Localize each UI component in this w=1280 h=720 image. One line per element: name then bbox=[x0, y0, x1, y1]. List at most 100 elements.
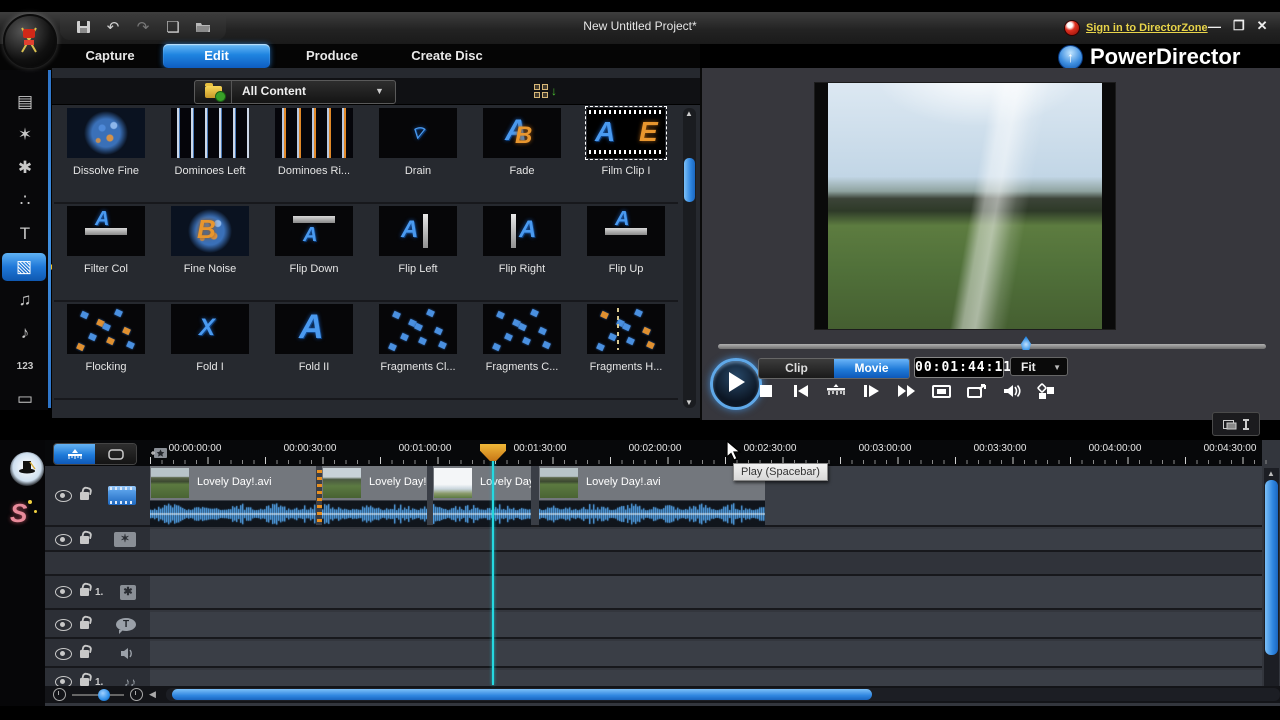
track-lock-icon[interactable] bbox=[80, 650, 89, 658]
scroll-left-icon[interactable]: ◀ bbox=[149, 689, 156, 700]
mode-clip-button[interactable]: Clip bbox=[759, 359, 834, 378]
tab-produce[interactable]: Produce bbox=[282, 44, 382, 68]
restore-button[interactable]: ❐ bbox=[1233, 18, 1245, 34]
library-item[interactable]: Dominoes Ri... bbox=[262, 105, 366, 204]
volume-button[interactable] bbox=[999, 382, 1023, 400]
library-item[interactable]: AFold II bbox=[262, 301, 366, 400]
library-item[interactable]: AFilter Col bbox=[54, 203, 158, 302]
library-item[interactable]: AFlip Down bbox=[262, 203, 366, 302]
sidebar-item-particle-room[interactable]: ∴ bbox=[7, 187, 43, 215]
timeline-view-button[interactable] bbox=[54, 444, 95, 464]
preview-panel: ClipMovie 00:01:44:11 Fit▼ bbox=[700, 68, 1280, 420]
sidebar-item-effect-room[interactable]: ✶ bbox=[7, 121, 43, 149]
track-lock-icon[interactable] bbox=[80, 621, 89, 629]
track-pip-content[interactable] bbox=[150, 576, 1262, 610]
scroll-up-icon[interactable]: ▲ bbox=[685, 109, 693, 118]
library-item[interactable]: Dominoes Left bbox=[158, 105, 262, 204]
timeline-clip[interactable]: Lovely Day!.avi bbox=[150, 466, 316, 527]
sidebar-item-transition-room[interactable]: ▧ bbox=[2, 253, 46, 281]
track-lock-icon[interactable] bbox=[80, 492, 89, 500]
sign-in-link[interactable]: Sign in to DirectorZone bbox=[1086, 22, 1208, 34]
track-lock-icon[interactable] bbox=[80, 678, 89, 686]
seek-slider[interactable] bbox=[718, 344, 1266, 349]
scroll-up-icon[interactable]: ▲ bbox=[1267, 469, 1275, 478]
preview-quality-button[interactable] bbox=[1034, 382, 1058, 400]
library-scrollbar[interactable]: ▲ ▼ bbox=[683, 108, 696, 408]
library-item[interactable]: AFlip Up bbox=[574, 203, 678, 302]
track-effect-content[interactable] bbox=[150, 529, 1262, 552]
magic-style-icon[interactable]: S bbox=[10, 498, 27, 529]
storyboard-view-button[interactable] bbox=[95, 444, 136, 464]
timeline-zoom-slider[interactable] bbox=[72, 694, 124, 696]
sidebar-item-media-room[interactable]: ▤ bbox=[7, 88, 43, 116]
preview-dock-button[interactable] bbox=[1212, 412, 1260, 436]
library-item[interactable]: Fragments C... bbox=[470, 301, 574, 400]
transition-thumbnail: A bbox=[587, 206, 665, 256]
zoom-slider-knob[interactable] bbox=[98, 689, 110, 701]
sidebar-item-audio-mixing-room[interactable]: ♫ bbox=[7, 286, 43, 314]
magic-movie-wizard-icon[interactable] bbox=[10, 452, 44, 486]
ruler-label: 00:04:00:00 bbox=[1089, 443, 1142, 454]
library-item-label: Fragments H... bbox=[574, 361, 678, 373]
scroll-down-icon[interactable]: ▼ bbox=[685, 398, 693, 407]
timecode-display[interactable]: 00:01:44:11 bbox=[914, 357, 1004, 378]
track-visible-icon[interactable] bbox=[55, 490, 72, 502]
library-item[interactable]: Fragments H... bbox=[574, 301, 678, 400]
undock-preview-button[interactable] bbox=[964, 382, 988, 400]
library-item[interactable]: ABFade bbox=[470, 105, 574, 204]
library-item[interactable]: Flocking bbox=[54, 301, 158, 400]
vscroll-thumb[interactable] bbox=[1265, 480, 1278, 655]
zoom-fit-select[interactable]: Fit▼ bbox=[1010, 357, 1068, 376]
library-item[interactable]: Fragments Cl... bbox=[366, 301, 470, 400]
content-filter-dropdown[interactable]: All Content ▼ bbox=[194, 80, 396, 104]
library-item[interactable]: Dissolve Fine bbox=[54, 105, 158, 204]
track-visible-icon[interactable] bbox=[55, 648, 72, 660]
next-frame-button[interactable] bbox=[859, 382, 883, 400]
timeline-hscrollbar[interactable] bbox=[166, 688, 1280, 701]
sidebar-item-title-room[interactable]: T bbox=[7, 220, 43, 248]
track-visible-icon[interactable] bbox=[55, 534, 72, 546]
track-visible-icon[interactable] bbox=[55, 586, 72, 598]
library-item[interactable]: AEFilm Clip I bbox=[574, 105, 678, 204]
sort-view-button[interactable]: ↓ bbox=[534, 81, 562, 101]
zoom-out-clock-icon[interactable] bbox=[53, 688, 66, 701]
sidebar-item-pip-objects-room[interactable]: ✱ bbox=[7, 154, 43, 182]
stop-button[interactable] bbox=[754, 382, 778, 400]
library-item[interactable]: ⌔Drain bbox=[366, 105, 470, 204]
ruler-icon bbox=[1242, 418, 1250, 431]
fast-forward-button[interactable] bbox=[894, 382, 918, 400]
seek-ruler-button[interactable] bbox=[824, 382, 848, 400]
tab-capture[interactable]: Capture bbox=[58, 44, 162, 68]
timeline-ruler[interactable]: 00:00:00:0000:00:30:0000:01:00:0000:01:3… bbox=[150, 440, 1280, 466]
library-item[interactable]: BFine Noise bbox=[158, 203, 262, 302]
sidebar-item-voiceover-room[interactable]: ♪ bbox=[7, 319, 43, 347]
library-item[interactable]: AFlip Right bbox=[470, 203, 574, 302]
timeline-vscrollbar[interactable]: ▲ bbox=[1264, 468, 1279, 686]
track-visible-icon[interactable] bbox=[55, 619, 72, 631]
clip-thumbnail bbox=[540, 468, 578, 498]
library-item[interactable]: AFlip Left bbox=[366, 203, 470, 302]
timeline-toolbar: 00:00:00:0000:00:30:0000:01:00:0000:01:3… bbox=[45, 440, 1262, 466]
track-title-content[interactable] bbox=[150, 612, 1262, 639]
sidebar-item-chapter-room[interactable]: 123 bbox=[7, 352, 43, 380]
library-scroll-thumb[interactable] bbox=[684, 158, 695, 202]
timeline-clip[interactable]: Lovely Day!.avi bbox=[539, 466, 765, 527]
timeline-clip[interactable]: Lovely Day!. bbox=[322, 466, 427, 527]
hscroll-thumb[interactable] bbox=[172, 689, 872, 700]
minimize-button[interactable]: — bbox=[1208, 19, 1221, 34]
previous-frame-button[interactable] bbox=[789, 382, 813, 400]
folder-filter-icon[interactable] bbox=[195, 81, 232, 103]
track-voice-content[interactable] bbox=[150, 641, 1262, 668]
track-lock-icon[interactable] bbox=[80, 588, 89, 596]
sidebar-item-subtitle-room[interactable]: ▭ bbox=[7, 385, 43, 413]
tab-edit[interactable]: Edit bbox=[163, 44, 270, 68]
track-lock-icon[interactable] bbox=[80, 536, 89, 544]
close-button[interactable]: ✕ bbox=[1257, 18, 1268, 34]
timeline-clip[interactable]: Lovely Day bbox=[433, 466, 531, 527]
clip-thumbnail bbox=[151, 468, 189, 498]
mode-movie-button[interactable]: Movie bbox=[834, 359, 909, 378]
tab-create-disc[interactable]: Create Disc bbox=[397, 44, 497, 68]
full-screen-button[interactable] bbox=[929, 382, 953, 400]
zoom-in-clock-icon[interactable] bbox=[130, 688, 143, 701]
library-item[interactable]: XFold I bbox=[158, 301, 262, 400]
